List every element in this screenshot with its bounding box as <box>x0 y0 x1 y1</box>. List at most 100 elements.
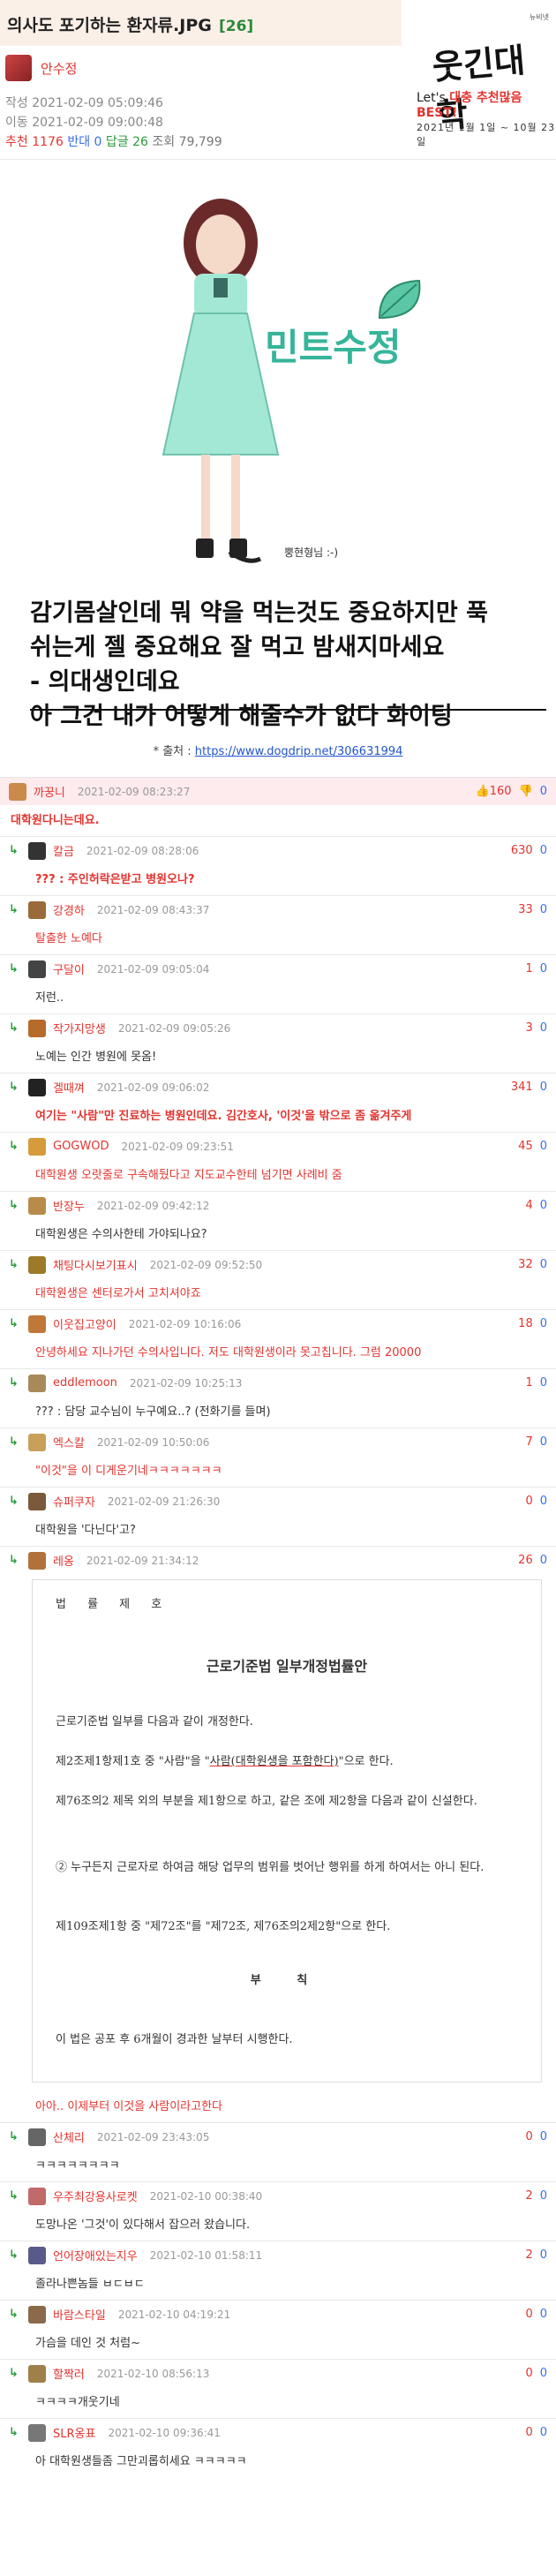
source-link[interactable]: https://www.dogdrip.net/306631994 <box>195 745 403 758</box>
thumbs-up-icon[interactable]: 👍 <box>476 785 490 798</box>
comment-text: 저런.. <box>35 991 64 1005</box>
comment-avatar[interactable] <box>28 2305 46 2324</box>
comment-nickname[interactable]: 우주최강용사로켓 <box>53 2188 138 2204</box>
comment-up-count[interactable]: 2 <box>525 2189 532 2203</box>
thumbs-down-icon[interactable]: 👎 <box>519 785 533 798</box>
comment-text: 졸라나쁜놈들 ㅂㄷㅂㄷ <box>35 2278 145 2291</box>
comment-up-count[interactable]: 0 <box>525 2308 532 2321</box>
comment-nickname[interactable]: 채팅다시보기표시 <box>53 1256 138 1273</box>
comment-avatar[interactable] <box>28 2423 46 2442</box>
comment-avatar[interactable] <box>28 1433 46 1451</box>
comment-avatar[interactable] <box>9 782 26 801</box>
comment-nickname[interactable]: 겔때껴 <box>53 1079 85 1096</box>
comment-nickname[interactable]: 레옹 <box>53 1552 74 1569</box>
comment-avatar[interactable] <box>28 2128 46 2146</box>
comment-nickname[interactable]: 바람스타일 <box>53 2306 106 2323</box>
caption-line-1: 감기몸살인데 뭐 약을 먹는것도 중요하지만 푹 <box>30 599 488 627</box>
comment-up-count[interactable]: 0 <box>525 2130 532 2143</box>
comment-nickname[interactable]: 엑스칼 <box>53 1434 85 1450</box>
comment-avatar[interactable] <box>28 1492 46 1510</box>
comment-nickname[interactable]: 산체리 <box>53 2128 85 2145</box>
comment-nickname[interactable]: 칼금 <box>53 842 74 859</box>
comment-down-count[interactable]: 0 <box>540 1317 547 1330</box>
comment-up-count[interactable]: 18 <box>518 1317 533 1330</box>
comment-avatar[interactable] <box>28 1137 46 1156</box>
comment-up-count[interactable]: 0 <box>525 1495 532 1508</box>
views-label: 조회 <box>152 135 176 149</box>
comment-up-count[interactable]: 33 <box>518 903 533 916</box>
comment-nickname[interactable]: SLR옹표 <box>53 2424 95 2441</box>
source-line: * 출처 : https://www.dogdrip.net/306631994 <box>0 742 556 758</box>
comment-avatar[interactable] <box>28 2187 46 2205</box>
comment-up-count[interactable]: 160 <box>490 785 512 798</box>
reply-arrow-icon: ↳ <box>9 1021 19 1035</box>
author-name[interactable]: 안수정 <box>41 59 77 78</box>
comment-down-count[interactable]: 0 <box>540 903 547 916</box>
comment-up-count[interactable]: 45 <box>518 1140 533 1153</box>
comment-up-count[interactable]: 4 <box>525 1199 532 1212</box>
comment-avatar[interactable] <box>28 1374 46 1392</box>
comment-down-count[interactable]: 0 <box>540 1495 547 1508</box>
comment-nickname[interactable]: 이웃집고양이 <box>53 1315 116 1332</box>
comment-avatar[interactable] <box>28 1255 46 1274</box>
comment-up-count[interactable]: 7 <box>525 1435 532 1449</box>
comment-nickname[interactable]: 할짝러 <box>53 2365 85 2382</box>
comment-down-count[interactable]: 0 <box>540 2130 547 2143</box>
comment-down-count[interactable]: 0 <box>540 962 547 975</box>
comment-up-count[interactable]: 0 <box>525 2426 532 2439</box>
site-logo[interactable]: 뉴비넷 웃긴대학 Let's 대충 추천많음 BEST! 2021년 1월 1일… <box>406 0 556 147</box>
comment-down-count[interactable]: 0 <box>540 2367 547 2380</box>
comment-down-count[interactable]: 0 <box>540 2308 547 2321</box>
comment-count[interactable]: [26] <box>219 18 253 35</box>
comment-avatar[interactable] <box>28 960 46 978</box>
comment-up-count[interactable]: 630 <box>511 844 533 857</box>
comment-nickname[interactable]: 까꿍니 <box>34 783 65 800</box>
comment-down-count[interactable]: 0 <box>540 844 547 857</box>
comment-avatar[interactable] <box>28 2364 46 2383</box>
comment-avatar[interactable] <box>28 900 46 919</box>
comment-nickname[interactable]: 슈퍼쿠자 <box>53 1493 95 1510</box>
comment-nickname[interactable]: 작가지망생 <box>53 1020 106 1036</box>
reply-arrow-icon: ↳ <box>9 2367 19 2380</box>
comment-avatar[interactable] <box>28 1078 46 1096</box>
comment-avatar[interactable] <box>28 1196 46 1215</box>
comment-down-count[interactable]: 0 <box>540 1376 547 1390</box>
comment-up-count[interactable]: 1 <box>525 1376 532 1390</box>
comment-avatar[interactable] <box>28 841 46 860</box>
comment-down-count[interactable]: 0 <box>540 1199 547 1212</box>
comment-up-count[interactable]: 341 <box>511 1081 533 1094</box>
comment-time: 2021-02-09 08:28:06 <box>86 844 199 857</box>
comment-down-count[interactable]: 0 <box>540 1435 547 1449</box>
comment-nickname[interactable]: 반장누 <box>53 1197 85 1214</box>
comment-nickname[interactable]: 구달이 <box>53 960 85 977</box>
comment-down-count[interactable]: 0 <box>540 1140 547 1153</box>
law-paragraph: ② 누구든지 근로자로 하여금 해당 업무의 범위를 벗어난 행위를 하게 하여… <box>56 1861 485 1874</box>
comment-down-count[interactable]: 0 <box>540 1021 547 1035</box>
comment-nickname[interactable]: 언어장애있는지우 <box>53 2247 138 2263</box>
comment-up-count[interactable]: 1 <box>525 962 532 975</box>
comment-down-count[interactable]: 0 <box>540 785 547 798</box>
comment-avatar[interactable] <box>28 1314 46 1333</box>
comment-down-count[interactable]: 0 <box>540 2426 547 2439</box>
comment-avatar[interactable] <box>28 2246 46 2264</box>
comment-down-count[interactable]: 0 <box>540 2248 547 2262</box>
comment-up-count[interactable]: 26 <box>518 1554 533 1567</box>
created-time: 작성 2021-02-09 05:09:46 <box>5 96 163 110</box>
comment-down-count[interactable]: 0 <box>540 2189 547 2203</box>
comment-avatar[interactable] <box>28 1551 46 1570</box>
comment-avatar[interactable] <box>28 1019 46 1037</box>
comment-nickname[interactable]: GOGWOD <box>53 1140 109 1153</box>
comment-up-count[interactable]: 3 <box>525 1021 532 1035</box>
author-avatar[interactable] <box>5 55 32 81</box>
comment-up-count[interactable]: 2 <box>525 2248 532 2262</box>
comic-caption: 감기몸살인데 뭐 약을 먹는것도 중요하지만 푹 쉬는게 젤 중요해요 잘 먹고… <box>30 596 546 734</box>
comment-nickname[interactable]: eddlemoon <box>53 1376 117 1390</box>
comment-down-count[interactable]: 0 <box>540 1081 547 1094</box>
comment-nickname[interactable]: 강경하 <box>53 901 85 918</box>
comment-up-count[interactable]: 32 <box>518 1258 533 1271</box>
comment-up-count[interactable]: 0 <box>525 2367 532 2380</box>
law-document-image: 법 률 제 호 근로기준법 일부개정법률안 근로기준법 일부를 다음과 같이 개정한… <box>32 1579 542 2083</box>
views-count: 79,799 <box>178 135 222 149</box>
comment-down-count[interactable]: 0 <box>540 1554 547 1567</box>
comment-down-count[interactable]: 0 <box>540 1258 547 1271</box>
